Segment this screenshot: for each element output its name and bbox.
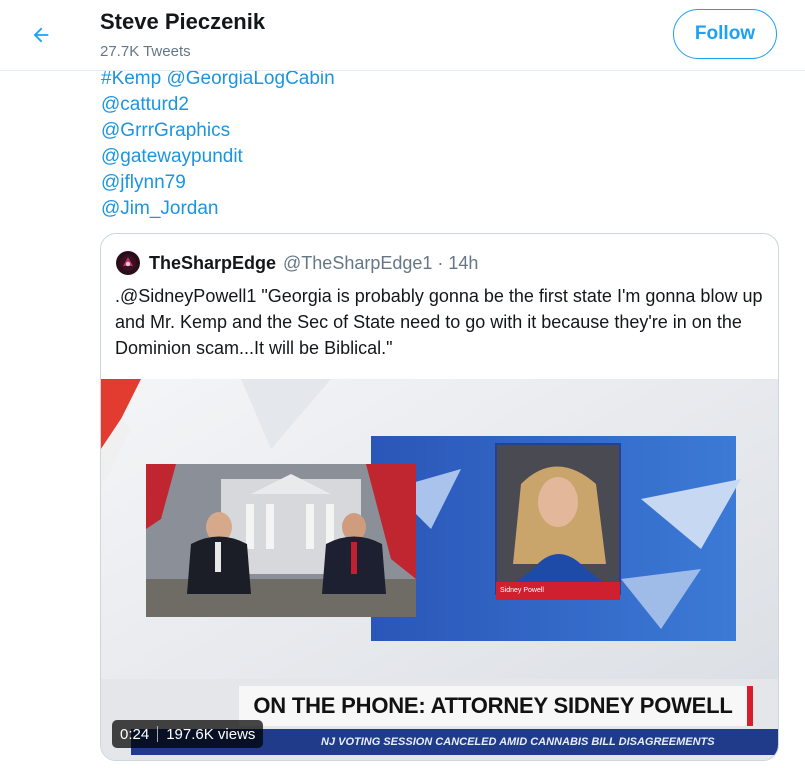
mention-link[interactable]: @gatewaypundit bbox=[101, 146, 243, 167]
overlay-divider bbox=[157, 726, 159, 742]
tweet-text: #Kemp @GeorgiaLogCabin @catturd2 @GrrrGr… bbox=[101, 66, 335, 222]
quoted-author-name[interactable]: TheSharpEdge bbox=[149, 253, 276, 274]
profile-name: Steve Pieczenik bbox=[100, 9, 266, 34]
profile-header: Steve Pieczenik 27.7K Tweets Follow bbox=[0, 0, 805, 71]
mention-link[interactable]: @GrrrGraphics bbox=[101, 120, 230, 141]
video-duration: 0:24 bbox=[120, 725, 150, 743]
arrow-left-icon bbox=[33, 27, 49, 43]
mention-link[interactable]: #Kemp @GeorgiaLogCabin bbox=[101, 68, 335, 89]
tweet-count: 27.7K Tweets bbox=[100, 43, 191, 60]
video-player[interactable]: Sidney Powell ON THE PHONE: ATTORNEY SID… bbox=[101, 379, 778, 760]
video-lower-third: ON THE PHONE: ATTORNEY SIDNEY POWELL bbox=[239, 686, 753, 726]
video-views: 197.6K views bbox=[166, 725, 256, 743]
quoted-author-handle: @TheSharpEdge1 bbox=[283, 252, 433, 273]
separator-dot: · bbox=[437, 252, 444, 273]
tweet-line: @Jim_Jordan bbox=[101, 196, 335, 222]
mention-link[interactable]: @jflynn79 bbox=[101, 172, 186, 193]
tweet-line: @GrrrGraphics bbox=[101, 118, 335, 144]
tweet-line: @jflynn79 bbox=[101, 170, 335, 196]
mention-link[interactable]: @catturd2 bbox=[101, 94, 189, 115]
tweet-line: @gatewaypundit bbox=[101, 144, 335, 170]
tweet-page: Steve Pieczenik 27.7K Tweets Follow #Kem… bbox=[0, 0, 805, 768]
back-button[interactable] bbox=[26, 20, 56, 50]
quoted-tweet-header: TheSharpEdge @TheSharpEdge1 · 14h bbox=[116, 250, 478, 276]
avatar[interactable] bbox=[116, 251, 140, 275]
quoted-tweet-text: .@SidneyPowell1 "Georgia is probably gon… bbox=[115, 286, 763, 358]
video-stats-overlay: 0:24 197.6K views bbox=[112, 720, 264, 748]
quoted-tweet-time[interactable]: 14h bbox=[448, 253, 478, 274]
follow-button[interactable]: Follow bbox=[673, 9, 777, 59]
avatar-logo-icon bbox=[120, 255, 136, 271]
mention-link[interactable]: @Jim_Jordan bbox=[101, 198, 219, 219]
quoted-tweet[interactable]: TheSharpEdge @TheSharpEdge1 · 14h .@Sidn… bbox=[100, 233, 779, 761]
video-name-tag: Sidney Powell bbox=[496, 582, 620, 600]
tweet-line: @catturd2 bbox=[101, 92, 335, 118]
